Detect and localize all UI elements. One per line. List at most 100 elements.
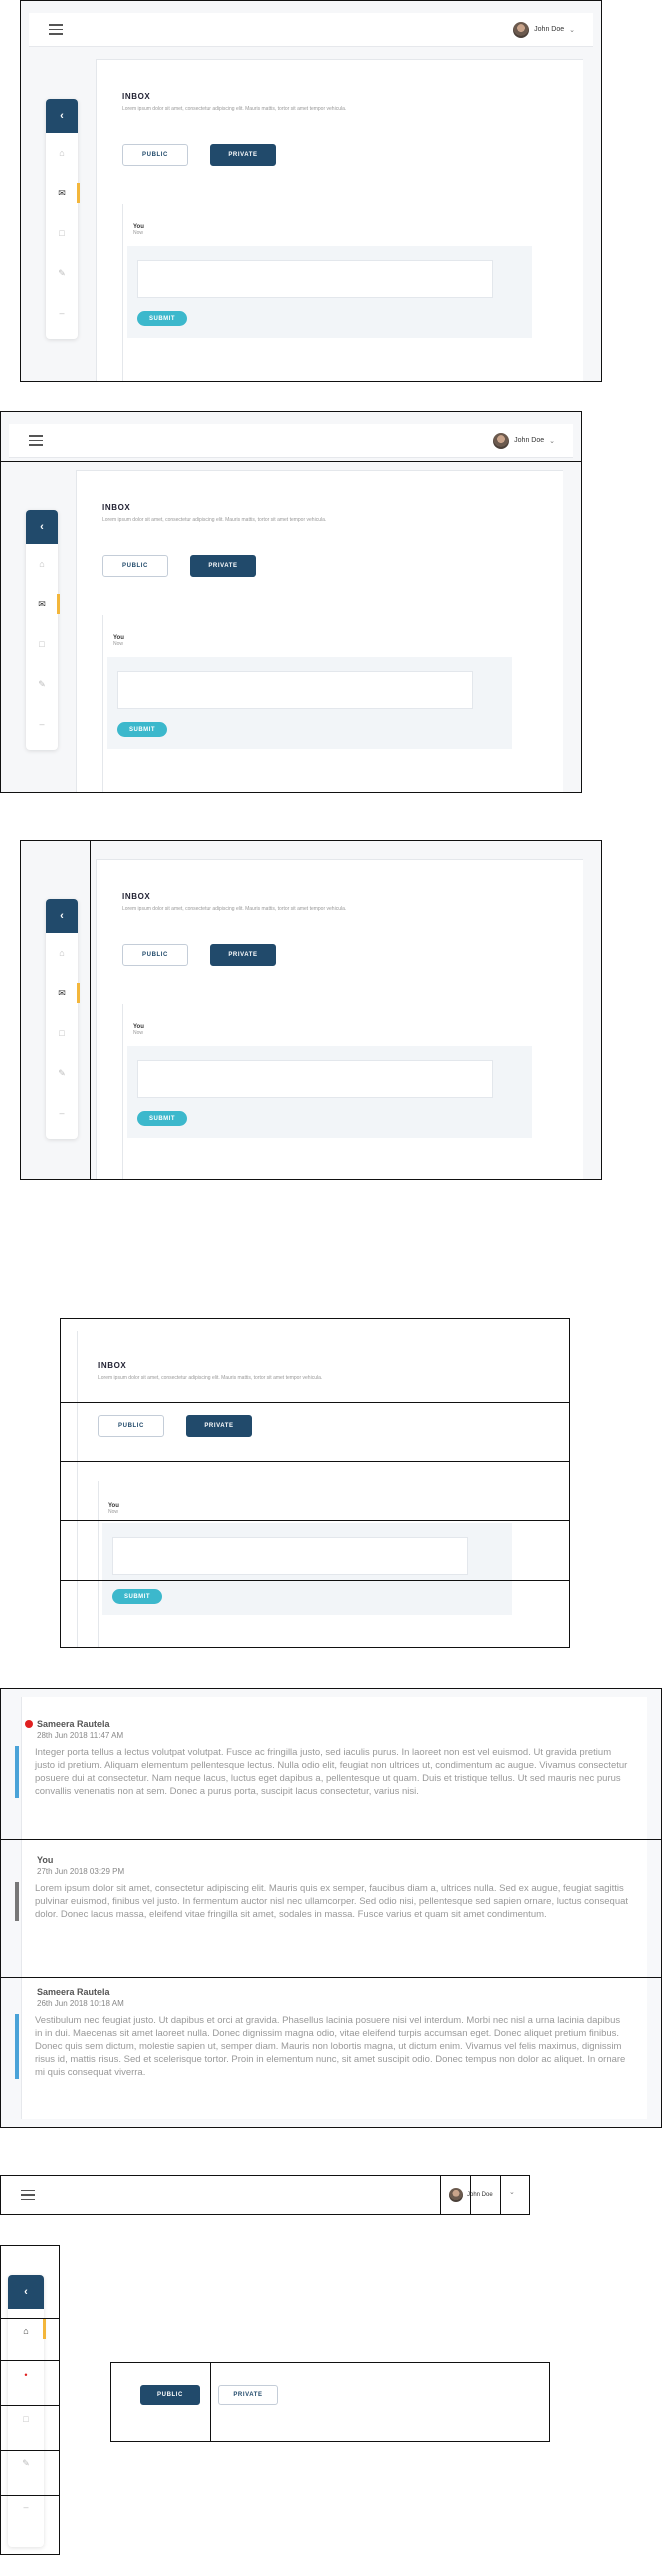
calendar-icon[interactable]: □ (26, 624, 58, 664)
inbox-icon[interactable]: ✉ (46, 973, 80, 1013)
home-icon[interactable]: ⌂ (46, 933, 78, 973)
guide-line (500, 2175, 501, 2215)
edit-icon[interactable]: ✎ (46, 1053, 78, 1093)
public-button[interactable]: PUBLIC (140, 2385, 200, 2405)
inbox-title: INBOX (122, 892, 151, 901)
calendar-icon[interactable]: □ (46, 213, 78, 253)
private-button[interactable]: PRIVATE (210, 944, 276, 966)
message-input[interactable] (112, 1537, 468, 1575)
compose-time: Now (113, 641, 124, 647)
message-author: Sameera Rautela (37, 1987, 110, 1997)
message-body: Vestibulum nec feugiat justo. Ut dapibus… (35, 2015, 626, 2078)
compose-time: Now (133, 230, 144, 236)
inbox-subtitle: Lorem ipsum dolor sit amet, consectetur … (98, 1375, 323, 1381)
submit-button[interactable]: SUBMIT (137, 1111, 187, 1126)
compose-time: Now (108, 1509, 119, 1515)
inbox-title: INBOX (102, 503, 131, 512)
message-date: 26th Jun 2018 10:18 AM (37, 1999, 124, 2008)
public-button[interactable]: PUBLIC (122, 144, 188, 166)
inbox-subtitle: Lorem ipsum dolor sit amet, consectetur … (122, 906, 347, 912)
chevron-down-icon: ⌄ (569, 26, 575, 34)
message-bar (15, 1882, 19, 1921)
inbox-icon[interactable]: ✉ (26, 584, 60, 624)
home-icon[interactable]: ⌂ (8, 2309, 46, 2353)
submit-button[interactable]: SUBMIT (117, 722, 167, 737)
guide-line (0, 1977, 662, 1978)
avatar (449, 2188, 463, 2202)
private-button[interactable]: PRIVATE (210, 144, 276, 166)
guide-line (210, 2362, 211, 2442)
inbox-title: INBOX (122, 92, 151, 101)
calendar-icon[interactable]: □ (8, 2397, 44, 2441)
side-nav: ‹ ⌂ ✉ □ ✎ – (46, 899, 80, 1139)
inbox-title: INBOX (98, 1361, 127, 1370)
message-author: Sameera Rautela (37, 1719, 110, 1729)
chevron-down-icon[interactable]: ⌄ (509, 2188, 515, 2196)
link-icon[interactable]: – (8, 2485, 44, 2529)
message-thread: Sameera Rautela 28th Jun 2018 11:47 AM I… (1, 1689, 661, 2127)
chevron-down-icon: ⌄ (549, 437, 555, 445)
user-name: John Doe (534, 26, 565, 33)
guide-line (0, 2450, 60, 2451)
public-button[interactable]: PUBLIC (122, 944, 188, 966)
guide-line (440, 2175, 441, 2215)
guide-line (0, 2318, 60, 2319)
compose-time: Now (133, 1030, 144, 1036)
calendar-icon[interactable]: □ (46, 1013, 78, 1053)
private-button[interactable]: PRIVATE (186, 1415, 252, 1437)
message-item: You 27th Jun 2018 03:29 PM Lorem ipsum d… (15, 1855, 661, 1921)
avatar (513, 21, 530, 38)
inbox-subtitle: Lorem ipsum dolor sit amet, consectetur … (102, 517, 327, 523)
public-button[interactable]: PUBLIC (102, 555, 168, 577)
private-button[interactable]: PRIVATE (190, 555, 256, 577)
menu-icon[interactable] (49, 24, 63, 35)
public-button[interactable]: PUBLIC (98, 1415, 164, 1437)
back-icon[interactable]: ‹ (26, 510, 58, 544)
message-input[interactable] (137, 260, 493, 298)
menu-icon[interactable] (21, 2189, 35, 2201)
user-menu[interactable]: John Doe ⌄ (513, 21, 575, 38)
menu-icon[interactable] (29, 435, 43, 446)
private-button[interactable]: PRIVATE (218, 2385, 278, 2405)
message-date: 27th Jun 2018 03:29 PM (37, 1867, 125, 1876)
link-icon[interactable]: – (46, 1093, 78, 1133)
top-bar: John Doe ⌄ (9, 424, 573, 458)
inbox-icon[interactable]: ✉ (46, 173, 80, 213)
link-icon[interactable]: – (46, 293, 78, 333)
compose-box: SUBMIT (127, 246, 532, 338)
inbox-card: INBOX Lorem ipsum dolor sit amet, consec… (76, 470, 563, 792)
guide-line (0, 2360, 60, 2361)
message-bar (15, 2014, 19, 2079)
back-icon[interactable]: ‹ (8, 2275, 44, 2309)
link-icon[interactable]: – (26, 704, 58, 744)
guide-line (470, 2175, 471, 2215)
message-input[interactable] (137, 1060, 493, 1098)
edit-icon[interactable]: ✎ (26, 664, 58, 704)
message-input[interactable] (117, 671, 473, 709)
inbox-card: INBOX Lorem ipsum dolor sit amet, consec… (96, 859, 583, 1179)
guide-line (0, 1839, 662, 1840)
compose-box: SUBMIT (127, 1046, 532, 1138)
guide-line (0, 2405, 60, 2406)
app-3: ‹ ⌂ ✉ □ ✎ – INBOX Lorem ipsum dolor sit … (21, 841, 601, 1179)
user-menu[interactable]: John Doe ⌄ (493, 432, 555, 449)
message-author: You (37, 1855, 54, 1865)
submit-button[interactable]: SUBMIT (112, 1589, 162, 1604)
compose-box: SUBMIT (102, 1523, 512, 1615)
guide-line (60, 1402, 570, 1403)
app-2: John Doe ⌄ ‹ ⌂ ✉ □ ✎ – INBOX Lorem ipsum… (1, 412, 581, 792)
home-icon[interactable]: ⌂ (46, 133, 78, 173)
edit-icon[interactable]: ✎ (8, 2441, 44, 2485)
user-name: John Doe (514, 437, 545, 444)
inbox-card: INBOX Lorem ipsum dolor sit amet, consec… (96, 59, 583, 381)
back-icon[interactable]: ‹ (46, 99, 78, 133)
message-date: 28th Jun 2018 11:47 AM (37, 1731, 124, 1740)
guide-line (60, 1580, 570, 1581)
back-icon[interactable]: ‹ (46, 899, 78, 933)
home-icon[interactable]: ⌂ (26, 544, 58, 584)
submit-button[interactable]: SUBMIT (137, 311, 187, 326)
inbox-subtitle: Lorem ipsum dolor sit amet, consectetur … (122, 106, 347, 112)
message-item: Sameera Rautela 26th Jun 2018 10:18 AM V… (15, 1987, 661, 2079)
side-nav: ‹ ⌂ • □ ✎ – (8, 2275, 46, 2547)
edit-icon[interactable]: ✎ (46, 253, 78, 293)
